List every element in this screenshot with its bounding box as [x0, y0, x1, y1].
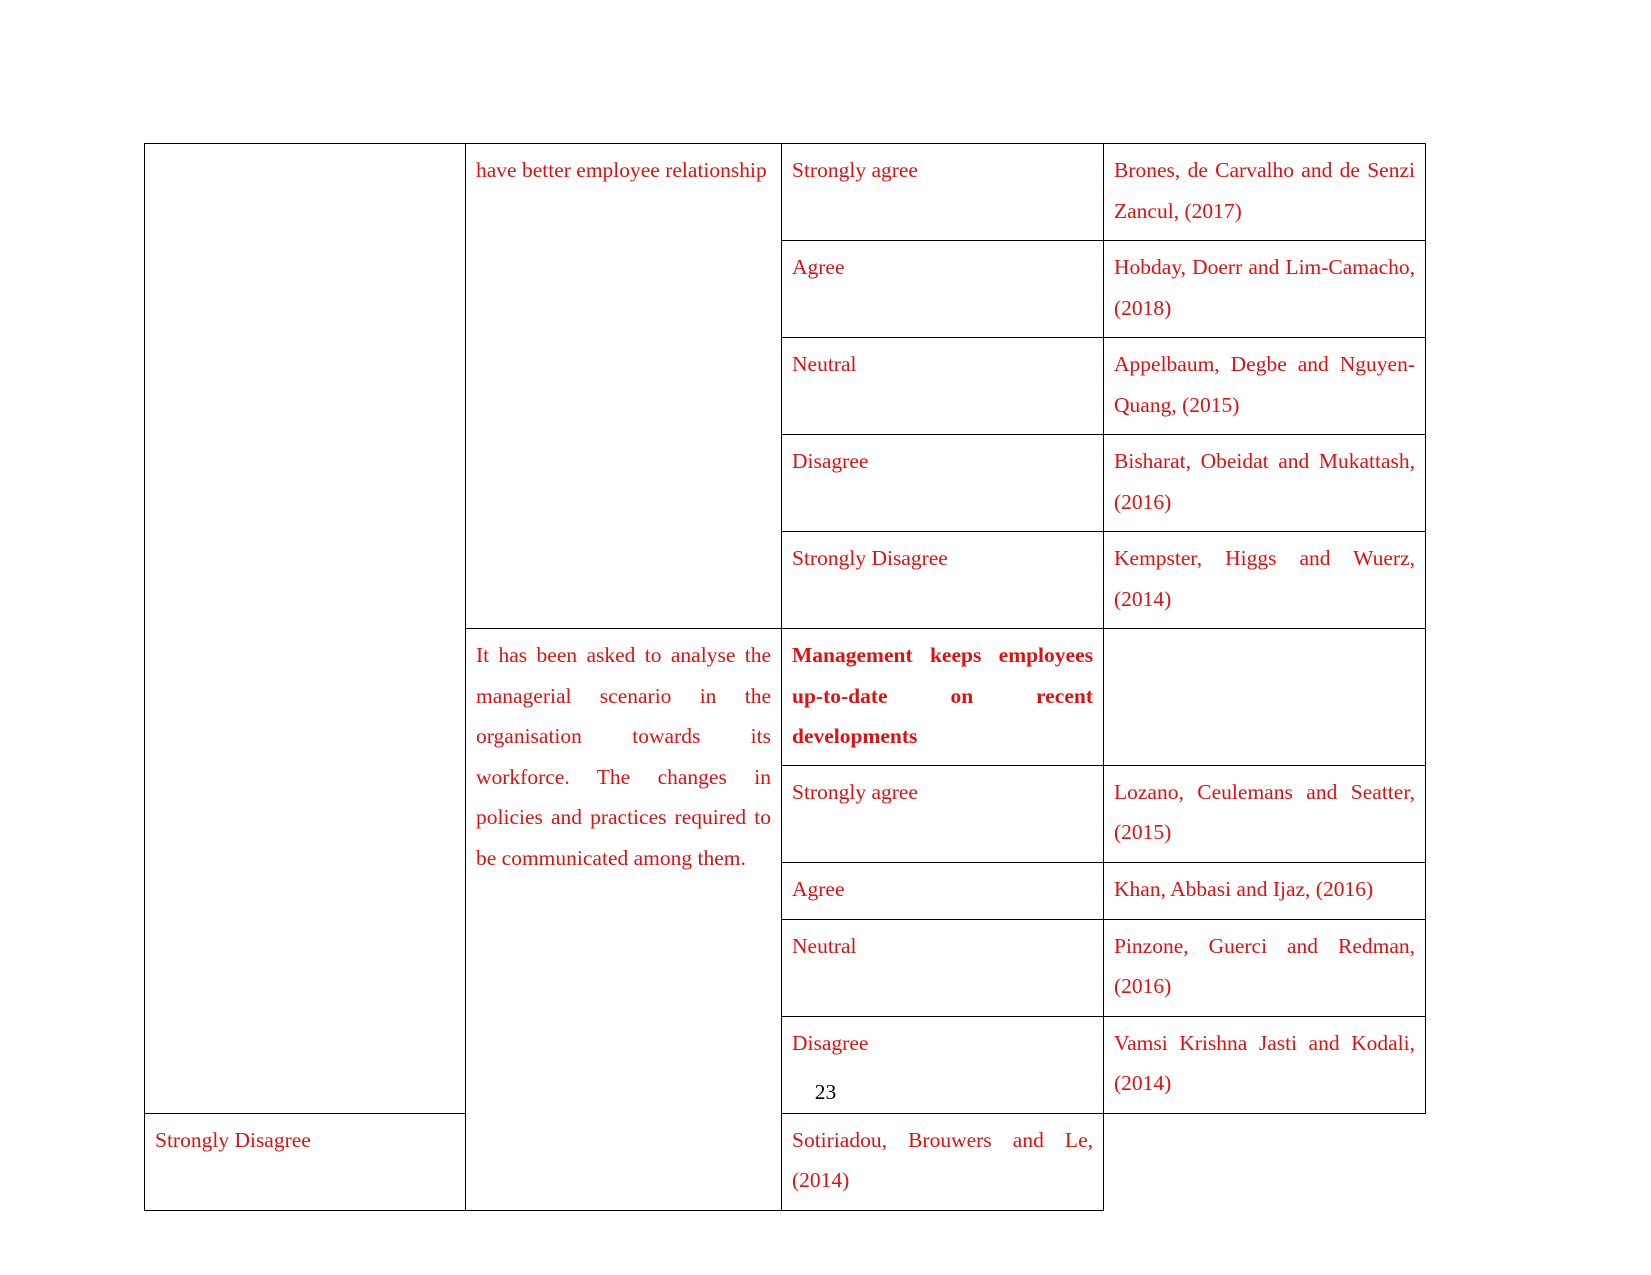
response-option-cell: Neutral — [781, 337, 1104, 435]
response-option-cell: Agree — [781, 861, 1104, 920]
document-page: have better employee relationship Strong… — [0, 0, 1651, 1275]
question-text-cell-2: It has been asked to analyse the manager… — [465, 628, 782, 1211]
response-option-cell: Disagree — [781, 434, 1104, 532]
response-option-cell: Strongly agree — [781, 764, 1104, 863]
citation-cell: Brones, de Carvalho and de Senzi Zancul,… — [1103, 143, 1426, 241]
citation-cell: Khan, Abbasi and Ijaz, (2016) — [1103, 861, 1426, 920]
citation-cell: Kempster, Higgs and Wuerz, (2014) — [1103, 531, 1426, 629]
question-text-cell-1: have better employee relationship — [465, 143, 782, 629]
response-option-cell: Neutral — [781, 918, 1104, 1017]
table-row: Strongly Disagree Sotiriadou, Brouwers a… — [144, 1112, 1426, 1211]
statement-citation-cell — [1103, 628, 1426, 766]
citation-cell: Bisharat, Obeidat and Mukattash, (2016) — [1103, 434, 1426, 532]
table-row: have better employee relationship Strong… — [144, 143, 1426, 1114]
statement-heading-cell: Management keeps employees up-to-date on… — [781, 628, 1104, 766]
response-option-cell: Strongly Disagree — [144, 1112, 466, 1211]
response-option-cell: Strongly agree — [781, 143, 1104, 241]
citation-cell: Appelbaum, Degbe and Nguyen-Quang, (2015… — [1103, 337, 1426, 435]
blank-left-column-cell — [144, 143, 466, 1114]
citation-cell: Pinzone, Guerci and Redman, (2016) — [1103, 918, 1426, 1017]
citation-cell: Lozano, Ceulemans and Seatter, (2015) — [1103, 764, 1426, 863]
page-number: 23 — [814, 1080, 837, 1104]
survey-response-table: have better employee relationship Strong… — [144, 143, 1426, 1211]
citation-cell: Hobday, Doerr and Lim-Camacho, (2018) — [1103, 240, 1426, 338]
citation-cell: Sotiriadou, Brouwers and Le, (2014) — [781, 1112, 1104, 1211]
response-option-cell: Agree — [781, 240, 1104, 338]
response-option-cell: Strongly Disagree — [781, 531, 1104, 629]
